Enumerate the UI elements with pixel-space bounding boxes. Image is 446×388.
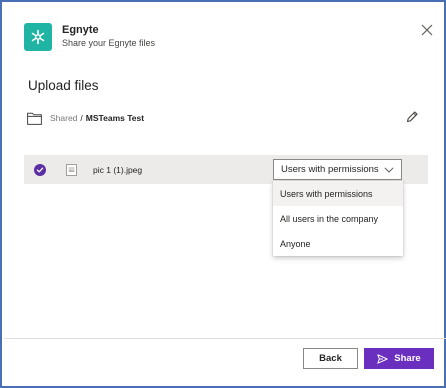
close-icon[interactable] — [420, 23, 434, 37]
permission-select-value: Users with permissions — [281, 164, 379, 175]
breadcrumb: Shared / MSTeams Test — [27, 110, 419, 126]
back-button[interactable]: Back — [303, 348, 358, 369]
send-icon — [377, 353, 388, 364]
permission-dropdown-menu: Users with permissions All users in the … — [273, 181, 403, 256]
dialog-header: Egnyte Share your Egnyte files — [24, 23, 155, 51]
image-file-icon — [66, 163, 77, 176]
menu-item-all-users[interactable]: All users in the company — [273, 206, 403, 231]
menu-item-anyone[interactable]: Anyone — [273, 231, 403, 256]
egnyte-logo-icon — [24, 23, 52, 51]
checkmark-icon[interactable] — [34, 163, 46, 176]
share-button-label: Share — [394, 353, 421, 364]
breadcrumb-separator: / — [80, 113, 83, 123]
menu-item-users-with-permissions[interactable]: Users with permissions — [273, 181, 403, 206]
file-name: pic 1 (1).jpeg — [93, 164, 143, 175]
share-dialog: Egnyte Share your Egnyte files Upload fi… — [0, 0, 446, 388]
section-title: Upload files — [28, 78, 99, 93]
app-text: Egnyte Share your Egnyte files — [62, 24, 155, 50]
chevron-down-icon — [384, 166, 394, 173]
share-button[interactable]: Share — [364, 348, 434, 369]
permission-select[interactable]: Users with permissions — [273, 159, 402, 180]
breadcrumb-current: MSTeams Test — [85, 113, 145, 123]
folder-icon — [27, 112, 42, 125]
breadcrumb-parent[interactable]: Shared — [50, 113, 77, 123]
app-subtitle: Share your Egnyte files — [62, 38, 156, 48]
app-title: Egnyte — [62, 24, 99, 36]
pencil-icon[interactable] — [405, 110, 419, 124]
footer-divider — [4, 338, 446, 339]
